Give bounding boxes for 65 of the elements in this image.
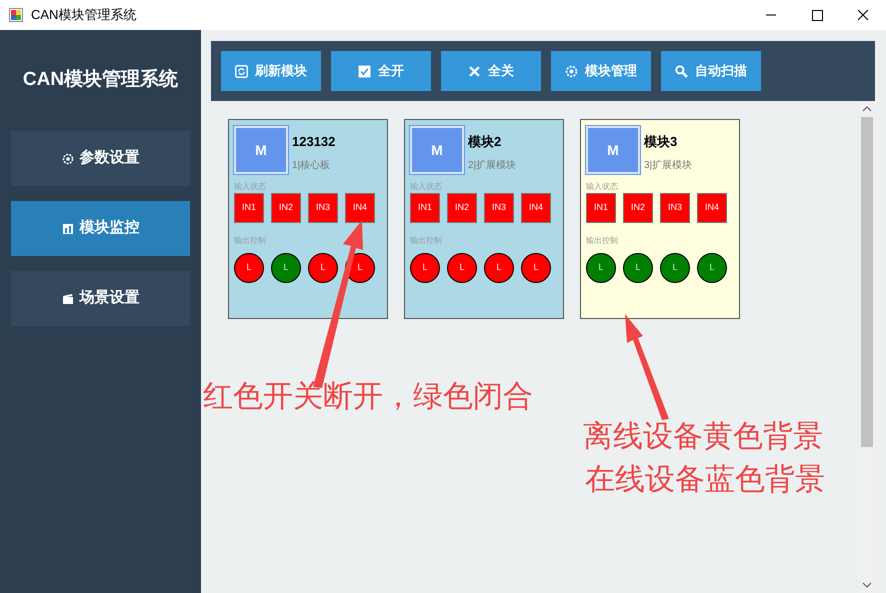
section-label: 输入状态 (586, 183, 619, 191)
section-label: 输入状态 (410, 183, 443, 191)
input-indicator: IN2 (623, 193, 653, 223)
input-indicator: IN4 (345, 193, 375, 223)
module-name: 123132 (292, 133, 336, 151)
toolbar-button[interactable]: 自动扫描 (661, 51, 761, 91)
section-label: 输出控制 (586, 237, 619, 245)
annotation-text: 在线设备蓝色背景 (585, 465, 825, 495)
module-avatar: M (586, 126, 640, 174)
refresh-icon (235, 64, 248, 78)
output-toggle[interactable]: L (697, 253, 727, 283)
module-card[interactable]: M 模块3 3|扩展模块 输入状态 IN1 IN2 IN3 IN4 输出控制 L L L L (580, 119, 740, 319)
toolbar-button[interactable]: 模块管理 (551, 51, 651, 91)
checkbox-icon (358, 64, 371, 78)
output-toggle[interactable]: L (660, 253, 690, 283)
section-label: 输出控制 (234, 237, 267, 245)
input-indicator: IN2 (271, 193, 301, 223)
input-indicator: IN1 (234, 193, 264, 223)
module-name: 模块3 (644, 133, 678, 151)
module-name: 模块2 (468, 133, 502, 151)
window-title: CAN模块管理系统 (31, 6, 136, 24)
module-subtitle: 2|扩展模块 (468, 158, 516, 172)
output-toggle[interactable]: L (410, 253, 440, 283)
output-toggle[interactable]: L (447, 253, 477, 283)
input-indicator: IN1 (410, 193, 440, 223)
close-icon (468, 64, 481, 78)
gear-icon (565, 64, 578, 78)
module-card[interactable]: M 123132 1|核心板 输入状态 IN1 IN2 IN3 IN4 输出控制 L L L L (228, 119, 388, 319)
input-indicator: IN3 (660, 193, 690, 223)
sidebar-item[interactable]: 场景设置 (11, 271, 190, 326)
toolbar-button[interactable]: 全关 (441, 51, 541, 91)
section-label: 输出控制 (410, 237, 443, 245)
output-toggle[interactable]: L (586, 253, 616, 283)
output-toggle[interactable]: L (484, 253, 514, 283)
module-avatar: M (410, 126, 464, 174)
toolbar-button[interactable]: 刷新模块 (221, 51, 321, 91)
module-avatar: M (234, 126, 288, 174)
search-icon (675, 64, 688, 78)
output-toggle[interactable]: L (234, 253, 264, 283)
section-label: 输入状态 (234, 183, 267, 191)
toolbar-button[interactable]: 全开 (331, 51, 431, 91)
scroll-thumb[interactable] (861, 117, 873, 447)
module-subtitle: 3|扩展模块 (644, 158, 692, 172)
input-indicator: IN2 (447, 193, 477, 223)
annotation-text: 红色开关断开，绿色闭合 (203, 382, 533, 412)
bar-chart-icon (62, 222, 74, 234)
module-subtitle: 1|核心板 (292, 158, 332, 172)
input-indicator: IN4 (697, 193, 727, 223)
sidebar-item[interactable]: 模块监控 (11, 201, 190, 256)
clapperboard-icon (62, 292, 74, 304)
sidebar-item[interactable]: 参数设置 (11, 131, 190, 186)
input-indicator: IN4 (521, 193, 551, 223)
input-indicator: IN3 (484, 193, 514, 223)
output-toggle[interactable]: L (623, 253, 653, 283)
app-icon (9, 8, 23, 22)
annotation-text: 离线设备黄色背景 (583, 422, 823, 452)
input-indicator: IN1 (586, 193, 616, 223)
app-title: CAN模块管理系统 (22, 68, 178, 92)
output-toggle[interactable]: L (521, 253, 551, 283)
module-card[interactable]: M 模块2 2|扩展模块 输入状态 IN1 IN2 IN3 IN4 输出控制 L L L L (404, 119, 564, 319)
input-indicator: IN3 (308, 193, 338, 223)
output-toggle[interactable]: L (271, 253, 301, 283)
output-toggle[interactable]: L (308, 253, 338, 283)
scrollbar[interactable] (859, 101, 875, 593)
gear-icon (62, 152, 74, 164)
